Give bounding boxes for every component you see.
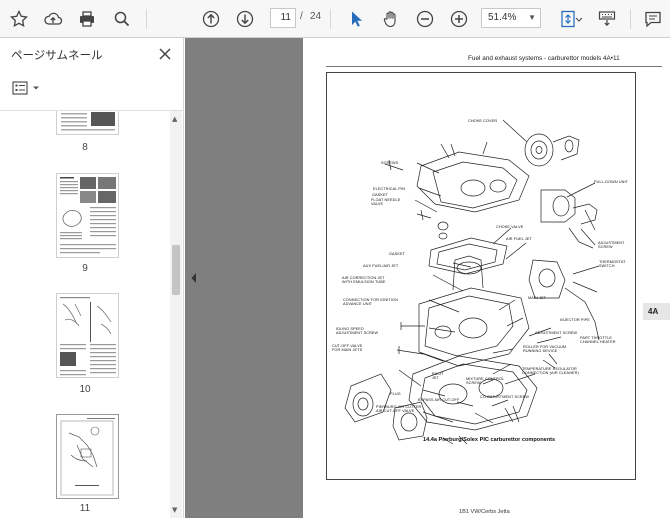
diagram-label: ELECTRICAL PIN xyxy=(373,187,406,191)
scroll-up-icon[interactable]: ▲ xyxy=(172,115,177,123)
diagram-label: FLOAT NEEDLE VALVE xyxy=(371,198,401,207)
diagram-label: CUT-OFF VALVE FOR MAIN JETS xyxy=(332,344,363,353)
zoom-out-icon[interactable] xyxy=(413,7,437,31)
diagram-label: ADJUSTMENT SCREW xyxy=(598,241,625,250)
diagram-label: PLUG xyxy=(390,392,401,396)
sidebar-scrollbar[interactable] xyxy=(170,111,182,518)
chevron-down-icon: ▼ xyxy=(528,13,536,22)
toolbar-divider xyxy=(330,9,331,29)
zoom-in-icon[interactable] xyxy=(447,7,471,31)
diagram-label: CHOKE VALVE xyxy=(496,225,524,229)
thumbnail-page-9[interactable] xyxy=(56,173,119,258)
toolbar-divider xyxy=(630,9,631,29)
diagram-label: ROLLER FOR VACUUM RUNNING DEVICE xyxy=(523,345,567,354)
bookmark-star-icon[interactable] xyxy=(7,7,31,31)
page-separator: / xyxy=(300,11,303,22)
hand-tool-icon[interactable] xyxy=(379,7,403,31)
diagram-label: IDLING SPEED ADJUSTMENT SCREW xyxy=(336,327,379,336)
select-cursor-icon[interactable] xyxy=(344,7,368,31)
diagram-label: CO ADJUSTMENT SCREW xyxy=(480,395,530,399)
next-page-icon[interactable] xyxy=(233,7,257,31)
thumbnail-label: 8 xyxy=(82,142,88,153)
diagram-label: AUX FUEL/AIR JET xyxy=(363,264,399,268)
print-icon[interactable] xyxy=(75,7,99,31)
thumbnail-label: 10 xyxy=(79,384,91,395)
page-total: 24 xyxy=(310,11,322,22)
thumbnail-label: 11 xyxy=(79,503,91,514)
cloud-upload-icon[interactable] xyxy=(41,7,65,31)
diagram-label: PULL-DOWN UNIT xyxy=(594,180,629,184)
diagram-label: THERMOSTAT SWITCH xyxy=(599,260,626,269)
diagram-label: BYPASS AIR CUT-OFF xyxy=(418,398,460,402)
diagram-label: PILOT JET xyxy=(432,372,444,381)
diagram-label: AIR FUEL JET xyxy=(506,237,532,241)
diagram-label: AIR CORRECTION JET WITH EMULSION TUBE xyxy=(342,276,386,285)
list-options-icon xyxy=(12,81,28,95)
diagram-label: CONNECTION FOR IGNITION ADVANCE UNIT xyxy=(343,298,398,307)
zoom-level-value: 51.4% xyxy=(488,12,517,23)
diagram-label: MAIN JET xyxy=(528,296,547,300)
diagram-label: ADJUSTMENT SCREW xyxy=(535,331,578,335)
chevron-down-icon[interactable] xyxy=(574,7,584,31)
zoom-search-icon[interactable] xyxy=(110,7,134,31)
thumbnail-page-8[interactable] xyxy=(56,111,119,135)
diagram-label: SCREWS xyxy=(381,161,399,165)
zoom-level-select[interactable]: 51.4% ▼ xyxy=(481,8,541,28)
toolbar: 11 / 24 51.4% ▼ xyxy=(0,0,670,38)
diagram-label: MIXTURE CONTROL SCREW xyxy=(466,377,505,386)
diagram-label: GASKET xyxy=(372,193,389,197)
previous-page-icon[interactable] xyxy=(199,7,223,31)
scrollbar-thumb[interactable] xyxy=(172,245,180,295)
thumbnail-label: 9 xyxy=(82,263,88,274)
page-number-input[interactable]: 11 xyxy=(270,8,296,28)
figure-caption: 14.4a Pierburg/Solex PIC carburettor com… xyxy=(423,437,556,443)
toolbar-divider xyxy=(146,9,147,29)
comment-icon[interactable] xyxy=(641,7,665,31)
diagram-label: GASKET xyxy=(389,252,406,256)
collapse-sidebar-icon[interactable] xyxy=(190,272,198,284)
thumbnail-options-button[interactable] xyxy=(12,80,44,96)
thumbnail-page-11[interactable] xyxy=(56,414,119,499)
diagram-label: INJECTOR PIPE xyxy=(560,318,590,322)
keyboard-icon[interactable] xyxy=(595,7,619,31)
close-icon[interactable] xyxy=(157,46,173,62)
sidebar-title: ページサムネール xyxy=(11,48,103,62)
section-tab: 4A xyxy=(643,303,670,320)
diagram-label: CHOKE COVER xyxy=(468,119,498,123)
chevron-down-icon xyxy=(33,86,39,90)
thumbnail-page-10[interactable] xyxy=(56,293,119,378)
diagram-label: PIERBURG AIR CUTTER AIR CUT-OFF VALVE xyxy=(376,405,422,414)
diagram-label: TEMPERATURE REGULATOR CONNECTION (AIR CL… xyxy=(522,367,579,376)
page-footer: 1B1 VW/Cerbs Jetta xyxy=(459,509,510,515)
scroll-down-icon[interactable]: ▼ xyxy=(172,506,177,514)
diagram-label: PART THROTTLE CHANNEL HEATER xyxy=(580,336,616,345)
thumbnail-list: 8 9 10 11 xyxy=(0,111,170,518)
